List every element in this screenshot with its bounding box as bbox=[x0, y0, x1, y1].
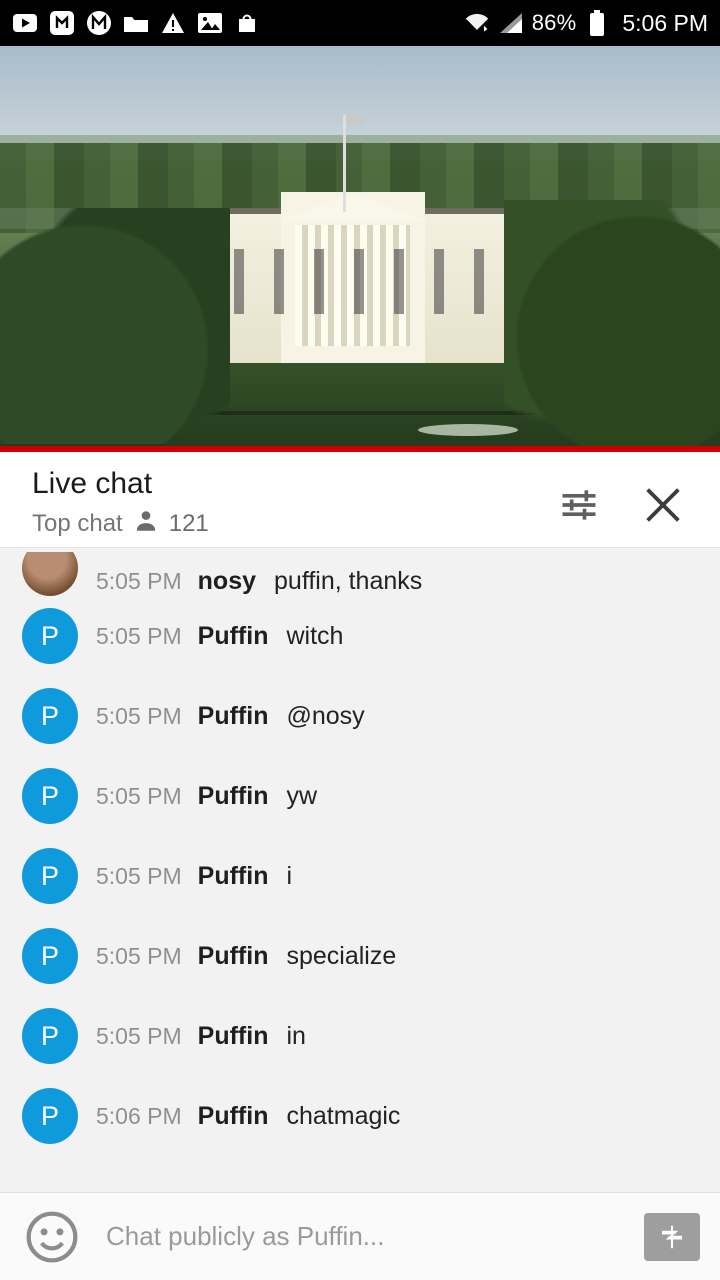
chat-mode-label: Top chat bbox=[32, 509, 123, 537]
message-body: 5:05 PM Puffin @nosy bbox=[96, 702, 365, 731]
message-time: 5:05 PM bbox=[96, 622, 182, 649]
message-time: 5:05 PM bbox=[96, 942, 182, 969]
right-trees bbox=[504, 200, 720, 452]
avatar[interactable]: P bbox=[22, 768, 78, 824]
cellular-signal-icon bbox=[498, 10, 524, 36]
message-text: @nosy bbox=[286, 701, 365, 730]
avatar[interactable]: P bbox=[22, 1088, 78, 1144]
message-text: yw bbox=[286, 781, 318, 810]
avatar[interactable] bbox=[22, 552, 78, 596]
avatar-letter: P bbox=[40, 860, 59, 891]
status-bar-notification-icons bbox=[12, 10, 464, 36]
live-chat-header: Live chat Top chat 121 bbox=[0, 452, 720, 548]
wifi-icon bbox=[464, 10, 490, 36]
status-bar-system-icons: 86% 5:06 PM bbox=[464, 10, 708, 37]
close-icon[interactable] bbox=[638, 480, 688, 530]
message-body: 5:06 PM Puffin chatmagic bbox=[96, 1102, 400, 1131]
message-body: 5:05 PM Puffin witch bbox=[96, 622, 343, 651]
message-time: 5:05 PM bbox=[96, 1022, 182, 1049]
message-author[interactable]: nosy bbox=[198, 567, 256, 596]
avatar[interactable]: P bbox=[22, 688, 78, 744]
avatar[interactable]: P bbox=[22, 928, 78, 984]
chat-message-list[interactable]: 5:05 PM nosy puffin, thanks P 5:05 PM Pu… bbox=[0, 548, 720, 1192]
white-house-windows bbox=[194, 249, 519, 314]
message-time: 5:05 PM bbox=[96, 782, 182, 809]
image-icon bbox=[197, 10, 223, 36]
music-app-icon bbox=[49, 10, 75, 36]
avatar[interactable]: P bbox=[22, 608, 78, 664]
avatar[interactable]: P bbox=[22, 1008, 78, 1064]
live-chat-title-group: Live chat Top chat 121 bbox=[32, 466, 554, 539]
m-app-icon bbox=[86, 10, 112, 36]
battery-percent-label: 86% bbox=[531, 10, 577, 35]
message-text: witch bbox=[286, 621, 344, 650]
chat-settings-icon[interactable] bbox=[554, 480, 604, 530]
viewer-count: 121 bbox=[168, 509, 209, 537]
chat-composer bbox=[0, 1192, 720, 1280]
message-body: 5:05 PM Puffin specialize bbox=[96, 942, 396, 971]
flagpole-icon bbox=[342, 115, 362, 213]
battery-icon bbox=[584, 10, 610, 36]
message-time: 5:06 PM bbox=[96, 1102, 182, 1129]
message-text: specialize bbox=[286, 941, 397, 970]
list-item[interactable]: P 5:05 PM Puffin witch bbox=[0, 596, 720, 676]
message-author[interactable]: Puffin bbox=[198, 1102, 269, 1131]
phone-screen: 86% 5:06 PM Live chat Top chat 121 5:05 … bbox=[0, 0, 720, 1280]
message-author[interactable]: Puffin bbox=[198, 862, 269, 891]
person-icon bbox=[133, 508, 159, 539]
message-text: chatmagic bbox=[286, 1101, 401, 1130]
list-item[interactable]: 5:05 PM nosy puffin, thanks bbox=[0, 552, 720, 596]
super-chat-icon[interactable] bbox=[644, 1212, 700, 1261]
list-item[interactable]: P 5:05 PM Puffin i bbox=[0, 836, 720, 916]
bag-icon bbox=[234, 10, 260, 36]
avatar[interactable]: P bbox=[22, 848, 78, 904]
message-time: 5:05 PM bbox=[96, 862, 182, 889]
list-item[interactable]: P 5:05 PM Puffin yw bbox=[0, 756, 720, 836]
avatar-letter: P bbox=[40, 780, 59, 811]
message-text: i bbox=[286, 861, 293, 890]
message-text: in bbox=[286, 1021, 306, 1050]
message-author[interactable]: Puffin bbox=[198, 1022, 269, 1051]
avatar-letter: P bbox=[40, 1100, 59, 1131]
emoji-face-icon[interactable] bbox=[24, 1209, 80, 1265]
chat-input[interactable] bbox=[106, 1221, 644, 1252]
message-body: 5:05 PM nosy puffin, thanks bbox=[96, 567, 422, 596]
message-time: 5:05 PM bbox=[96, 568, 182, 594]
message-body: 5:05 PM Puffin i bbox=[96, 862, 292, 891]
message-author[interactable]: Puffin bbox=[198, 702, 269, 731]
avatar-letter: P bbox=[40, 620, 59, 651]
avatar-letter: P bbox=[40, 940, 59, 971]
status-bar: 86% 5:06 PM bbox=[0, 0, 720, 46]
status-bar-clock: 5:06 PM bbox=[622, 9, 708, 36]
list-item[interactable]: P 5:05 PM Puffin in bbox=[0, 996, 720, 1076]
left-trees bbox=[0, 208, 231, 444]
avatar-letter: P bbox=[40, 700, 59, 731]
chat-subtitle-row[interactable]: Top chat 121 bbox=[32, 508, 554, 539]
message-body: 5:05 PM Puffin yw bbox=[96, 782, 317, 811]
warning-icon bbox=[160, 10, 186, 36]
message-author[interactable]: Puffin bbox=[198, 782, 269, 811]
message-time: 5:05 PM bbox=[96, 702, 182, 729]
message-body: 5:05 PM Puffin in bbox=[96, 1022, 306, 1051]
page-title: Live chat bbox=[32, 467, 153, 500]
list-item[interactable]: P 5:06 PM Puffin chatmagic bbox=[0, 1076, 720, 1156]
avatar-letter: P bbox=[40, 1020, 59, 1051]
folder-icon bbox=[123, 10, 149, 36]
message-author[interactable]: Puffin bbox=[198, 942, 269, 971]
message-author[interactable]: Puffin bbox=[198, 622, 269, 651]
youtube-icon bbox=[12, 10, 38, 36]
chat-header-actions bbox=[554, 466, 702, 530]
message-text: puffin, thanks bbox=[274, 567, 423, 595]
video-player[interactable] bbox=[0, 46, 720, 452]
list-item[interactable]: P 5:05 PM Puffin @nosy bbox=[0, 676, 720, 756]
list-item[interactable]: P 5:05 PM Puffin specialize bbox=[0, 916, 720, 996]
